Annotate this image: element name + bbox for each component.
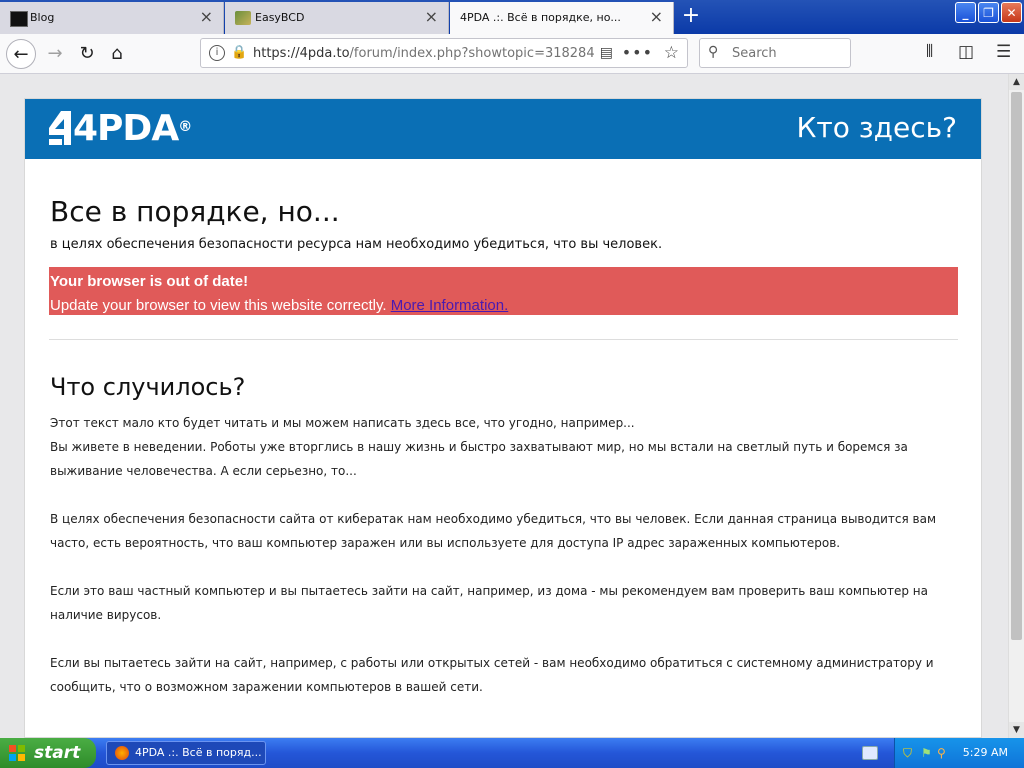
scrollbar-thumb[interactable] — [1011, 92, 1022, 640]
system-tray: ⛉ ⚑ ⚲ 5:29 AM — [894, 738, 1024, 768]
paragraph-1-line-1: Этот текст мало кто будет читать и мы мо… — [50, 416, 635, 430]
library-icon[interactable]: ⫴ — [926, 42, 933, 62]
url-text[interactable]: https://4pda.to/forum/index.php?showtopi… — [253, 46, 595, 61]
paragraph-3: Если это ваш частный компьютер и вы пыта… — [50, 584, 928, 622]
lock-icon[interactable]: 🔒 — [231, 45, 247, 60]
alert-title: Your browser is out of date! — [50, 273, 249, 290]
scroll-up-icon[interactable]: ▲ — [1009, 74, 1024, 90]
easybcd-icon — [235, 11, 251, 25]
more-information-link[interactable]: More Information. — [391, 297, 509, 314]
page-viewport: 4PDA® Кто здесь? Все в порядке, но... в … — [0, 74, 1008, 738]
tab-blog[interactable]: Blog × — [0, 2, 224, 34]
page-subtitle: в целях обеспечения безопасности ресурса… — [50, 237, 663, 252]
search-input[interactable]: ⚲ Search — [699, 38, 851, 68]
security-shield-icon[interactable]: ⛉ — [903, 746, 912, 761]
tab-4pda[interactable]: 4PDA .:. Всё в порядке, но... × — [450, 2, 674, 34]
tab-easybcd[interactable]: EasyBCD × — [225, 2, 449, 34]
page-actions-icon[interactable]: ••• — [622, 43, 653, 62]
network-icon[interactable]: ⚑ — [921, 746, 932, 760]
reload-button[interactable]: ↻ — [72, 39, 102, 69]
window-controls: _ ❐ ✕ — [955, 2, 1022, 23]
new-tab-button[interactable]: + — [678, 4, 704, 30]
sidebar-icon[interactable]: ◫ — [958, 42, 974, 62]
start-button[interactable]: start — [0, 738, 96, 768]
url-host: https://4pda.to — [253, 46, 350, 61]
divider — [49, 339, 958, 340]
firefox-icon — [115, 746, 129, 760]
keyboard-icon[interactable] — [862, 746, 878, 760]
close-icon[interactable]: × — [425, 8, 438, 26]
taskbar: start 4PDA .:. Всё в поряд... ⛉ ⚑ ⚲ 5:29… — [0, 738, 1024, 768]
info-icon[interactable]: i — [209, 45, 225, 61]
menu-icon[interactable]: ☰ — [996, 42, 1011, 62]
scroll-down-icon[interactable]: ▼ — [1009, 722, 1024, 738]
tab-strip: Blog × EasyBCD × 4PDA .:. Всё в порядке,… — [0, 0, 1024, 34]
logo-four-mark — [49, 111, 71, 145]
section-title: Что случилось? — [50, 373, 246, 401]
paragraph-1-line-2: Вы живете в неведении. Роботы уже вторгл… — [50, 440, 908, 478]
maximize-button[interactable]: ❐ — [978, 2, 999, 23]
terminal-icon — [10, 11, 28, 27]
registered-mark: ® — [178, 119, 192, 135]
search-icon: ⚲ — [708, 44, 719, 60]
forward-button[interactable]: → — [40, 39, 70, 69]
header-title: Кто здесь? — [796, 111, 957, 144]
outdated-browser-alert: Your browser is out of date! Update your… — [49, 267, 958, 315]
explanation-text: Этот текст мало кто будет читать и мы мо… — [50, 411, 962, 723]
logo-text: 4PDA — [73, 108, 179, 149]
close-icon[interactable]: × — [200, 8, 213, 26]
page-title: Все в порядке, но... — [50, 195, 340, 228]
tab-label: 4PDA .:. Всё в порядке, но... — [460, 11, 621, 24]
alert-body: Update your browser to view this website… — [50, 294, 957, 318]
site-header: 4PDA® Кто здесь? — [25, 99, 981, 159]
paragraph-2: В целях обеспечения безопасности сайта о… — [50, 512, 937, 550]
search-tray-icon[interactable]: ⚲ — [937, 746, 946, 760]
minimize-button[interactable]: _ — [955, 2, 976, 23]
windows-flag-icon — [9, 745, 25, 761]
close-window-button[interactable]: ✕ — [1001, 2, 1022, 23]
start-label: start — [34, 743, 81, 763]
close-icon[interactable]: × — [650, 8, 663, 26]
back-button[interactable]: ← — [6, 39, 36, 69]
bookmark-star-icon[interactable]: ☆ — [664, 43, 679, 63]
tab-label: EasyBCD — [255, 11, 305, 24]
alert-text: Update your browser to view this website… — [50, 297, 387, 314]
url-path: /forum/index.php?showtopic=318284 — [349, 46, 595, 61]
content-card: 4PDA® Кто здесь? Все в порядке, но... в … — [24, 98, 982, 738]
clock: 5:29 AM — [962, 746, 1008, 759]
paragraph-4: Если вы пытаетесь зайти на сайт, наприме… — [50, 656, 934, 694]
reader-view-icon[interactable]: ▤ — [600, 45, 613, 61]
site-logo[interactable]: 4PDA® — [49, 108, 192, 149]
taskbar-item-label: 4PDA .:. Всё в поряд... — [135, 746, 262, 759]
navigation-bar: ← → ↻ ⌂ i 🔒 https://4pda.to/forum/index.… — [0, 34, 1024, 74]
vertical-scrollbar[interactable]: ▲ ▼ — [1008, 74, 1024, 738]
home-button[interactable]: ⌂ — [102, 39, 132, 69]
url-bar[interactable]: i 🔒 https://4pda.to/forum/index.php?show… — [200, 38, 688, 68]
search-placeholder: Search — [732, 46, 777, 61]
taskbar-item-firefox[interactable]: 4PDA .:. Всё в поряд... — [106, 741, 266, 765]
tab-label: Blog — [30, 11, 55, 24]
